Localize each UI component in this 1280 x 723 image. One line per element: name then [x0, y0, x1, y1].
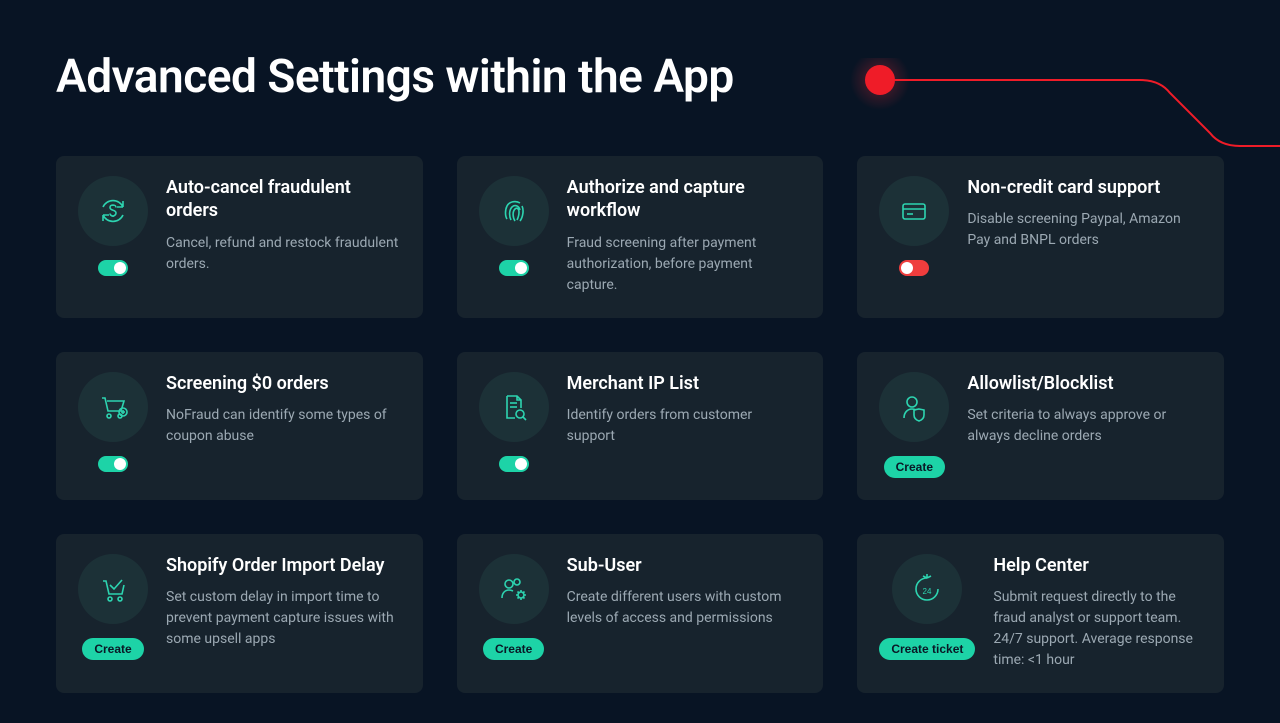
- create-shopify-delay-button[interactable]: Create: [82, 638, 143, 660]
- fingerprint-icon: [479, 176, 549, 246]
- refund-cycle-icon: [78, 176, 148, 246]
- card-screening-zero: Screening $0 orders NoFraud can identify…: [56, 352, 423, 500]
- card-desc: Cancel, refund and restock fraudulent or…: [166, 233, 401, 275]
- card-title: Non-credit card support: [967, 176, 1202, 199]
- card-desc: Submit request directly to the fraud ana…: [993, 587, 1202, 671]
- card-title: Shopify Order Import Delay: [166, 554, 401, 577]
- cart-check-icon: [78, 554, 148, 624]
- document-search-icon: [479, 372, 549, 442]
- cart-plus-icon: [78, 372, 148, 442]
- create-allowlist-button[interactable]: Create: [884, 456, 945, 478]
- credit-card-icon: [879, 176, 949, 246]
- card-shopify-delay: Create Shopify Order Import Delay Set cu…: [56, 534, 423, 693]
- card-title: Authorize and capture workflow: [567, 176, 802, 223]
- card-title: Screening $0 orders: [166, 372, 401, 395]
- card-desc: Disable screening Paypal, Amazon Pay and…: [967, 209, 1202, 251]
- card-desc: Fraud screening after payment authorizat…: [567, 233, 802, 296]
- card-help-center: 24 Create ticket Help Center Submit requ…: [857, 534, 1224, 693]
- card-desc: Set criteria to always approve or always…: [967, 405, 1202, 447]
- clock-24-icon: 24: [892, 554, 962, 624]
- page-title: Advanced Settings within the App: [56, 50, 1224, 104]
- card-desc: Create different users with custom level…: [567, 587, 802, 629]
- users-gear-icon: [479, 554, 549, 624]
- toggle-screening-zero[interactable]: [98, 456, 128, 472]
- card-title: Auto-cancel fraudulent orders: [166, 176, 401, 223]
- settings-grid: Auto-cancel fraudulent orders Cancel, re…: [0, 130, 1280, 723]
- card-sub-user: Create Sub-User Create different users w…: [457, 534, 824, 693]
- card-desc: Identify orders from customer support: [567, 405, 802, 447]
- card-allowlist-blocklist: Create Allowlist/Blocklist Set criteria …: [857, 352, 1224, 500]
- card-merchant-ip: Merchant IP List Identify orders from cu…: [457, 352, 824, 500]
- card-desc: NoFraud can identify some types of coupo…: [166, 405, 401, 447]
- card-title: Sub-User: [567, 554, 802, 577]
- toggle-auto-cancel[interactable]: [98, 260, 128, 276]
- card-title: Allowlist/Blocklist: [967, 372, 1202, 395]
- card-title: Merchant IP List: [567, 372, 802, 395]
- svg-text:24: 24: [923, 587, 932, 596]
- create-sub-user-button[interactable]: Create: [483, 638, 544, 660]
- card-non-credit-card: Non-credit card support Disable screenin…: [857, 156, 1224, 318]
- create-ticket-button[interactable]: Create ticket: [879, 638, 975, 660]
- card-desc: Set custom delay in import time to preve…: [166, 587, 401, 650]
- card-title: Help Center: [993, 554, 1202, 577]
- user-shield-icon: [879, 372, 949, 442]
- card-authorize-capture: Authorize and capture workflow Fraud scr…: [457, 156, 824, 318]
- card-auto-cancel: Auto-cancel fraudulent orders Cancel, re…: [56, 156, 423, 318]
- toggle-merchant-ip[interactable]: [499, 456, 529, 472]
- toggle-non-credit-card[interactable]: [899, 260, 929, 276]
- toggle-authorize-capture[interactable]: [499, 260, 529, 276]
